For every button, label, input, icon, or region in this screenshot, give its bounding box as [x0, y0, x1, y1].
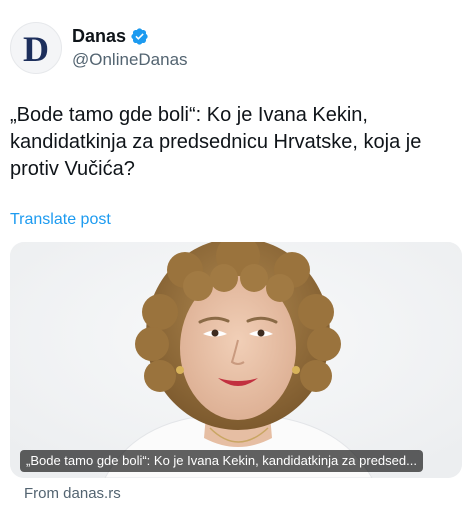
- display-name[interactable]: Danas: [72, 26, 126, 47]
- link-preview-card[interactable]: „Bode tamo gde boli“: Ko je Ivana Kekin,…: [10, 242, 462, 478]
- account-name-row: Danas: [72, 26, 149, 47]
- portrait-photo: [10, 242, 462, 478]
- link-card-title: „Bode tamo gde boli“: Ko je Ivana Kekin,…: [20, 450, 423, 472]
- translate-post-link[interactable]: Translate post: [10, 211, 111, 229]
- link-source-domain[interactable]: From danas.rs: [24, 485, 121, 502]
- verified-badge-icon: [131, 28, 148, 45]
- account-handle[interactable]: @OnlineDanas: [72, 50, 188, 70]
- account-avatar[interactable]: D: [10, 22, 62, 74]
- post-text: „Bode tamo gde boli“: Ko je Ivana Kekin,…: [10, 104, 422, 180]
- avatar-logo-letter: D: [23, 29, 49, 69]
